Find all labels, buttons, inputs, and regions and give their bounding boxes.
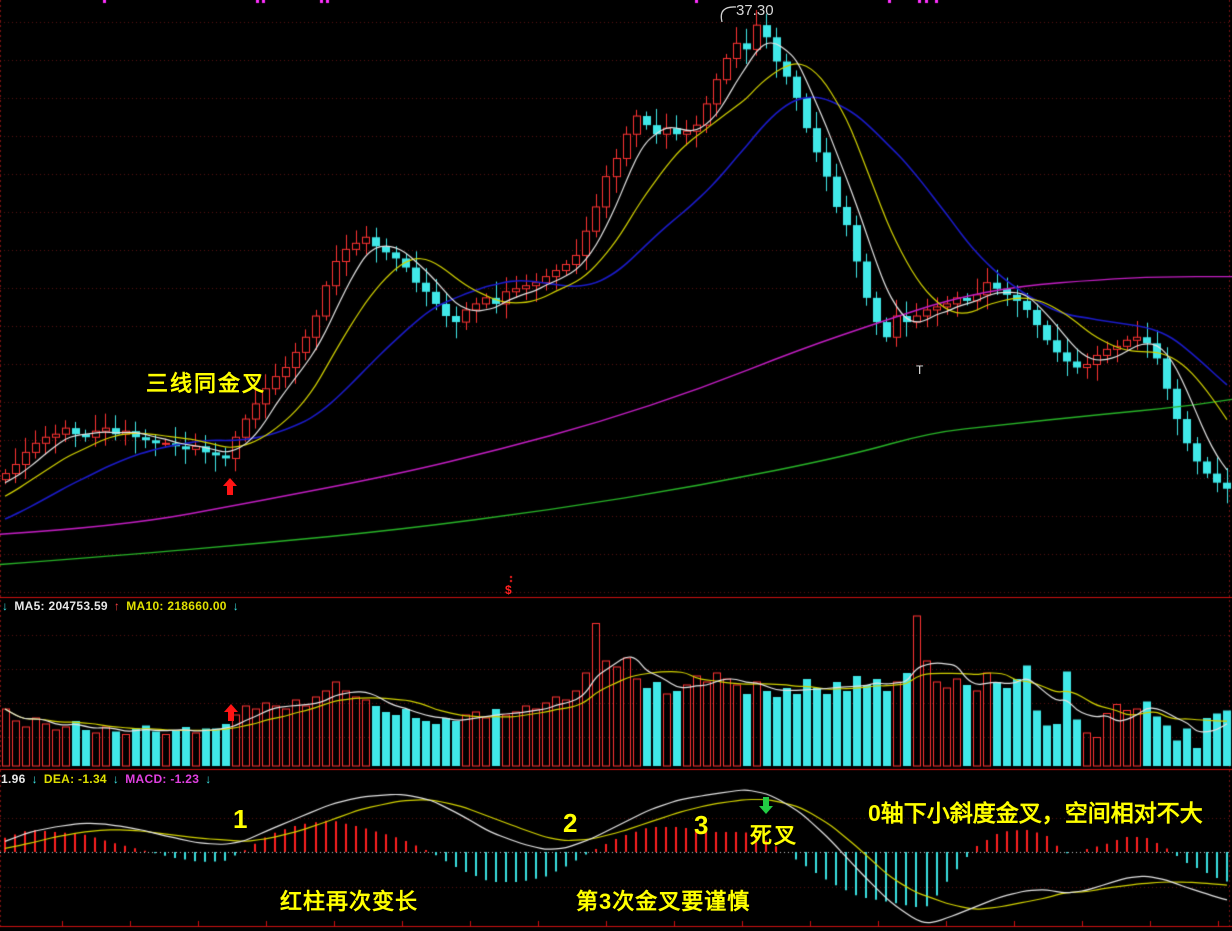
golden-cross-1-label: 1 [233, 804, 247, 835]
t-marker: T [916, 363, 923, 377]
volume-ma5-value: MA5: 204753.59 [14, 599, 108, 613]
death-cross-down-arrow-icon [759, 797, 773, 814]
up-arrow-icon: ↑ [114, 599, 120, 613]
death-cross-note: 死叉 [750, 818, 798, 850]
chart-canvas[interactable] [0, 0, 1232, 931]
dif-value: 1.96 [1, 772, 26, 786]
volume-ma-header: ↓ MA5: 204753.59 ↑ MA10: 218660.00 ↓ [2, 599, 245, 613]
golden-cross-3-label: 3 [694, 810, 708, 841]
volume-ma10-value: MA10: 218660.00 [126, 599, 227, 613]
down-arrow-icon: ↓ [32, 772, 38, 786]
zero-axis-note: 0轴下小斜度金叉，空间相对不大 [868, 794, 1203, 828]
three-line-golden-cross-note: 三线同金叉 [146, 366, 266, 398]
buy-signal-up-arrow-icon [223, 478, 237, 495]
down-arrow-icon: ↓ [113, 772, 119, 786]
macd-header: 1.96 ↓ DEA: -1.34 ↓ MACD: -1.23 ↓ [1, 772, 218, 786]
macd-value: MACD: -1.23 [125, 772, 199, 786]
red-bars-longer-note: 红柱再次变长 [280, 884, 418, 916]
peak-price-label: 37.30 [736, 2, 774, 19]
down-arrow-icon: ↓ [205, 772, 211, 786]
down-arrow-icon: ↓ [233, 599, 239, 613]
dividend-marker: $ [505, 583, 512, 597]
third-golden-cross-caution-note: 第3次金叉要谨慎 [576, 884, 750, 916]
golden-cross-2-label: 2 [563, 808, 577, 839]
volume-signal-up-arrow-icon [224, 704, 238, 721]
stock-chart-window: 37.30 三线同金叉 $ T ↓ MA5: 204753.59 ↑ MA10:… [0, 0, 1232, 931]
dea-value: DEA: -1.34 [44, 772, 107, 786]
down-arrow-icon: ↓ [2, 599, 8, 613]
